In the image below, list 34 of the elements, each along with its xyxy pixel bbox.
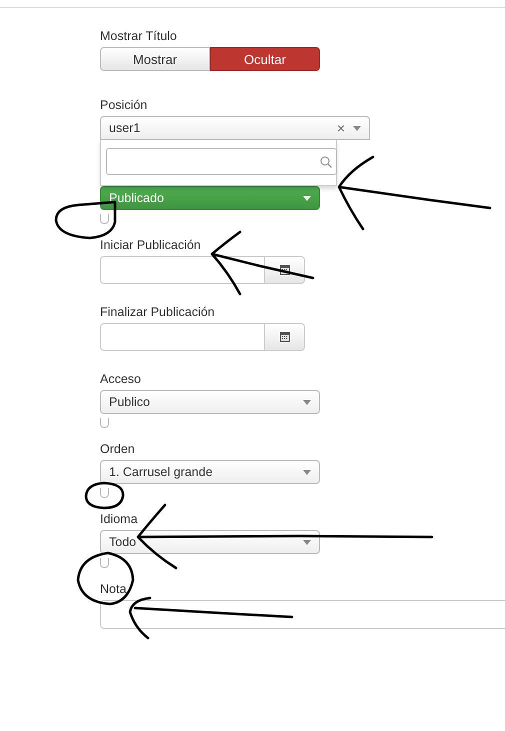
search-field[interactable] xyxy=(106,148,337,175)
circle-mark xyxy=(84,482,124,510)
note-field[interactable] xyxy=(100,600,505,629)
circle-mark xyxy=(76,552,134,606)
field-label: Mostrar Título xyxy=(100,28,177,44)
search-icon xyxy=(320,156,332,168)
caret-icon xyxy=(303,196,311,200)
caret-icon xyxy=(303,540,311,544)
toggle-option[interactable]: Mostrar xyxy=(100,47,210,71)
calendar-button[interactable] xyxy=(265,256,305,284)
small-checkbox[interactable] xyxy=(100,418,109,428)
dropdown-select[interactable]: Publico xyxy=(100,390,320,414)
calendar-button[interactable] xyxy=(265,323,305,351)
small-checkbox[interactable] xyxy=(100,488,109,498)
small-checkbox[interactable] xyxy=(100,558,109,568)
calendar-icon xyxy=(278,331,290,343)
caret-icon xyxy=(303,400,311,404)
dropdown-select[interactable]: 1. Carrusel grande xyxy=(100,460,320,484)
position-select[interactable]: user1 × xyxy=(100,116,370,140)
field-label: Idioma xyxy=(100,511,138,527)
caret-icon xyxy=(303,470,311,474)
toggle-option[interactable]: Ocultar xyxy=(210,47,320,71)
field-label: Posición xyxy=(100,97,148,113)
clear-icon[interactable]: × xyxy=(336,121,345,135)
date-field[interactable] xyxy=(100,323,265,351)
field-label: Nota xyxy=(100,581,126,597)
field-label: Iniciar Publicación xyxy=(100,237,201,253)
circle-mark xyxy=(54,200,116,240)
date-field[interactable] xyxy=(100,256,265,284)
field-label: Orden xyxy=(100,441,135,457)
small-checkbox[interactable] xyxy=(100,214,109,224)
caret-icon xyxy=(353,126,361,130)
field-label: Finalizar Publicación xyxy=(100,304,215,320)
field-label: Acceso xyxy=(100,371,141,387)
